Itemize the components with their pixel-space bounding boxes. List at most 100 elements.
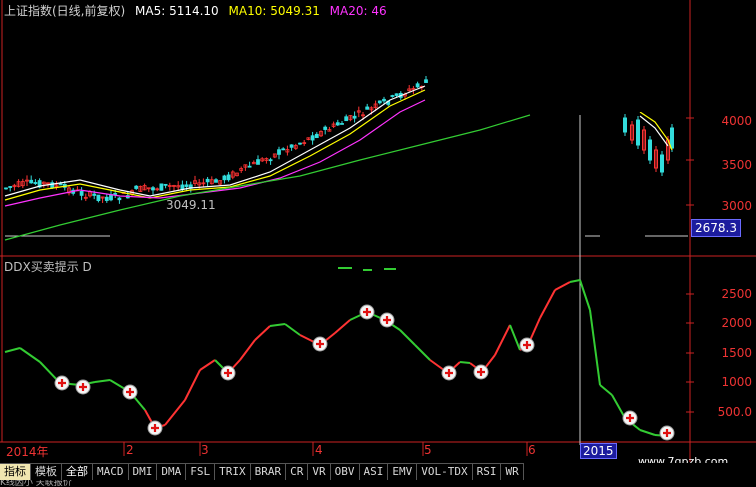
candle-body (268, 159, 273, 162)
tab-template[interactable]: 模板 (31, 463, 62, 480)
tab-brar[interactable]: BRAR (250, 463, 287, 480)
ddx-title: DDX买卖提示 D (4, 260, 92, 274)
tab-all[interactable]: 全部 (62, 463, 93, 480)
candle-body (8, 186, 13, 188)
ddx-segment (579, 279, 591, 311)
candle-body (205, 178, 210, 183)
candle-body (344, 116, 349, 122)
tab-obv[interactable]: OBV (330, 463, 360, 480)
ddx-tick-500: 500.0 (717, 405, 752, 419)
candle-body (33, 182, 38, 184)
candle-body (184, 184, 189, 187)
price-tick-3000: 3000 (721, 199, 752, 213)
tab-dmi[interactable]: DMI (128, 463, 158, 480)
ddx-segment (199, 359, 216, 371)
ddx-segment (269, 323, 286, 327)
chart-canvas[interactable] (0, 0, 756, 487)
ddx-tick-1500: 1500 (721, 346, 752, 360)
low-price-label: 3049.11 (166, 198, 216, 212)
tab-wr[interactable]: WR (501, 463, 524, 480)
ma5-value: MA5: 5114.10 (135, 4, 219, 18)
candle-body (58, 183, 63, 186)
stock-chart-window: 上证指数(日线,前复权) MA5: 5114.10 MA10: 5049.31 … (0, 0, 756, 487)
tab-dma[interactable]: DMA (157, 463, 187, 480)
price-tick-3500: 3500 (721, 158, 752, 172)
candle-body (314, 133, 319, 139)
ddx-top-marks (338, 267, 396, 271)
candle-body (281, 148, 286, 151)
tab-vr[interactable]: VR (308, 463, 331, 480)
candle-body (377, 100, 382, 104)
candle-body (226, 174, 231, 181)
ddx-segment (459, 361, 471, 364)
tab-indicator[interactable]: 指标 (0, 463, 31, 480)
candle-body (636, 119, 640, 146)
ddx-segment (611, 394, 626, 419)
blank-region (430, 0, 580, 112)
candle-body (298, 142, 302, 145)
ddx-segment (239, 339, 256, 361)
candle-body (289, 144, 294, 148)
ddx-segment (334, 319, 351, 334)
ddx-segment (399, 329, 416, 346)
tab-asi[interactable]: ASI (359, 463, 389, 480)
candle-body (163, 183, 168, 186)
candle-body (424, 79, 428, 83)
ddx-tick-2000: 2000 (721, 316, 752, 330)
candle-body (623, 117, 627, 133)
ddx-segment (509, 324, 521, 351)
candle-body (104, 196, 109, 201)
date-label-mar: 3 (201, 443, 209, 457)
candle-body (394, 93, 399, 96)
ddx-tick-1000: 1000 (721, 375, 752, 389)
tab-vol-tdx[interactable]: VOL-TDX (417, 463, 473, 480)
ddx-tick-2500: 2500 (721, 287, 752, 301)
ddx-segment (599, 384, 613, 396)
candle-body (390, 95, 395, 97)
tab-trix[interactable]: TRIX (215, 463, 251, 480)
ddx-segment (569, 279, 581, 283)
date-label-2015: 2015 (580, 443, 617, 459)
ddx-segment (164, 399, 186, 426)
ddx-segment (414, 344, 431, 361)
index-title: 上证指数(日线,前复权) (4, 4, 126, 18)
candle-body (214, 179, 218, 183)
candle-body (79, 191, 84, 196)
candle-body (660, 154, 664, 173)
ddx-segment (589, 309, 601, 386)
candle-body (323, 126, 328, 130)
candle-body (134, 185, 139, 189)
ddx-segment (19, 347, 41, 363)
price-tick-4000: 4000 (721, 114, 752, 128)
candle-body (648, 139, 652, 161)
ddx-segment (4, 347, 21, 353)
candle-body (352, 115, 357, 119)
tab-rsi[interactable]: RSI (472, 463, 502, 480)
tab-cr[interactable]: CR (286, 463, 309, 480)
candle-body (151, 187, 155, 191)
candle-body (117, 197, 122, 201)
candle-body (310, 135, 315, 141)
candle-body (670, 127, 674, 149)
date-label-feb: 2 (126, 443, 134, 457)
price-tag: 2678.3 (691, 219, 741, 237)
candle-body (382, 98, 386, 102)
candle-body (335, 122, 340, 126)
blank-region (583, 0, 688, 112)
ddx-segment (554, 281, 571, 291)
candle-body (92, 193, 97, 196)
ddx-segment (184, 369, 201, 401)
tab-emv[interactable]: EMV (388, 463, 418, 480)
ddx-segment (639, 429, 656, 436)
ma10-value: MA10: 5049.31 (228, 4, 320, 18)
candle-body (4, 187, 8, 190)
ma60-line (4, 114, 531, 241)
ma10-line (4, 89, 426, 201)
candle-body (277, 149, 281, 155)
tab-macd[interactable]: MACD (93, 463, 129, 480)
date-label-may: 5 (424, 443, 432, 457)
ddx-segment (284, 323, 301, 336)
candle-body (365, 106, 370, 110)
tab-fsl[interactable]: FSL (186, 463, 216, 480)
date-label-apr: 4 (315, 443, 323, 457)
